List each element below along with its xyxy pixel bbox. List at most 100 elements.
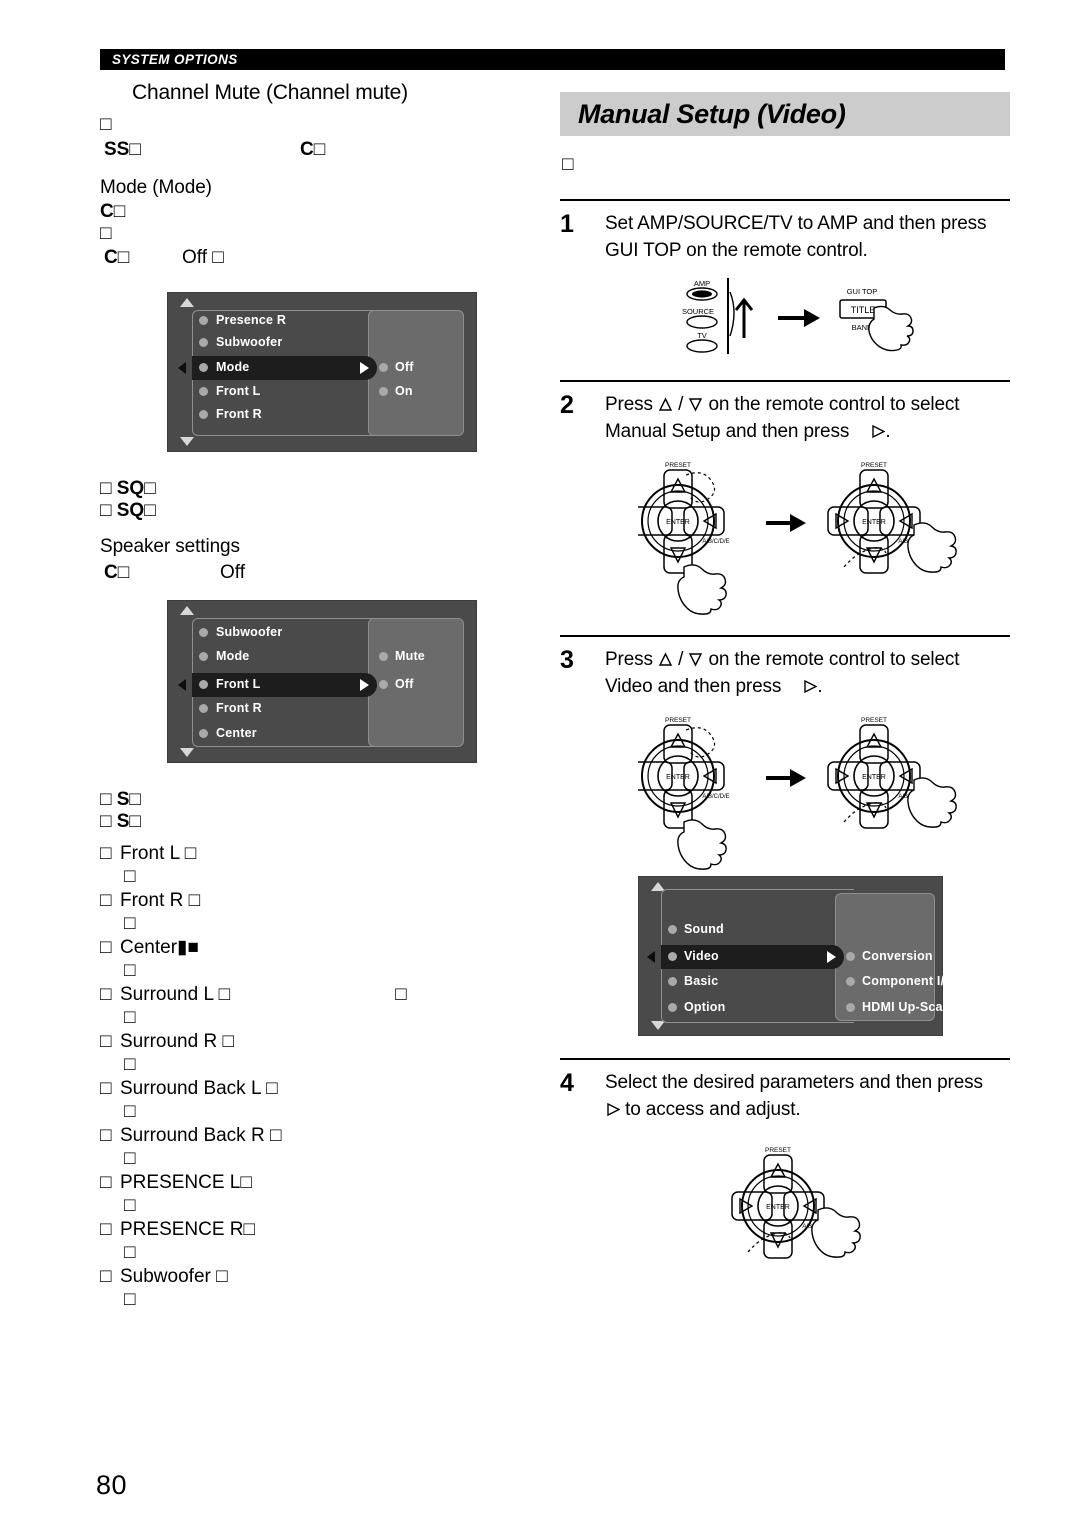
list-item: □ PRESENCE L□ — [100, 1172, 252, 1194]
right-column: Manual Setup (Video) □ 1 Set AMP/SOURCE/… — [560, 92, 1010, 1270]
channel-label: Subwoofer — [120, 1266, 211, 1288]
tv-label: TV — [697, 331, 707, 340]
step-3-line-2a: Video and then press — [605, 676, 787, 697]
step-3-line-1a: Press — [605, 649, 658, 670]
cursor-down-icon — [688, 397, 703, 412]
speaker-control-value: Off — [220, 562, 245, 584]
preset-label: PRESET — [861, 717, 887, 724]
abcde-label: A/B/C/D/E — [702, 794, 729, 800]
osd-scroll-up-icon[interactable] — [180, 606, 194, 616]
list-item-sub: □ — [124, 866, 136, 888]
enter-label: ENTER — [862, 519, 886, 526]
osd-right-arrow-icon — [360, 362, 369, 375]
osd-option-component-ip[interactable]: Component I/P — [862, 974, 953, 988]
osd-bullet-icon — [668, 977, 677, 986]
osd-scroll-up-icon[interactable] — [180, 298, 194, 308]
osd-item-front-l[interactable]: Front L — [216, 384, 260, 398]
osd-item-option[interactable]: Option — [684, 1000, 725, 1014]
osd-channel-screen: Subwoofer Mode Front L Front R Center Mu… — [167, 600, 477, 764]
list-item: □ Subwoofer □ — [100, 1266, 228, 1288]
osd-item-front-r[interactable]: Front R — [216, 701, 262, 715]
step-2-line-2b: . — [885, 421, 891, 442]
left-note-line-2a: SS□ — [104, 139, 141, 161]
osd-scroll-down-icon[interactable] — [651, 1021, 665, 1030]
list-item-sub: □ — [124, 1054, 136, 1076]
osd-option-off[interactable]: Off — [395, 677, 414, 691]
step-2-line-2a: Manual Setup and then press — [605, 421, 855, 442]
osd-option-mute[interactable]: Mute — [395, 649, 425, 663]
subheading-mode: Mode (Mode) — [100, 177, 212, 199]
osd-option-off[interactable]: Off — [395, 360, 414, 374]
step-2: 2 Press / on the remote control to selec… — [560, 391, 1010, 445]
channel-trailing: □ — [184, 843, 197, 865]
osd-video-screen: Sound Video Basic Option Conversion Comp… — [638, 876, 966, 1036]
step-2-line-1b: / — [672, 394, 689, 415]
osd-item-center[interactable]: Center — [216, 726, 257, 740]
step-1-line-2: GUI TOP on the remote control. — [605, 240, 868, 261]
osd-item-mode[interactable]: Mode — [216, 649, 249, 663]
channel-trailing: □ — [216, 1266, 228, 1288]
step-4: 4 Select the desired parameters and then… — [560, 1069, 1010, 1123]
channel-label: Surround Back R — [120, 1125, 265, 1147]
osd-item-front-l[interactable]: Front L — [216, 677, 260, 691]
channel-trailing: □ — [243, 1219, 256, 1241]
preset-label: PRESET — [861, 462, 887, 469]
osd-item-front-r[interactable]: Front R — [216, 407, 262, 421]
enter-label: ENTER — [666, 774, 690, 781]
mode-note-2: □ — [100, 223, 112, 245]
osd-option-hdmi-upscaling[interactable]: HDMI Up-Scaling — [862, 1000, 966, 1014]
list-item: □ Surround R □ — [100, 1031, 234, 1053]
step-2-line-1a: Press — [605, 394, 658, 415]
channel-footnote-2: □ S□ — [100, 811, 141, 833]
osd-right-pane — [368, 310, 464, 437]
osd-option-on[interactable]: On — [395, 384, 413, 398]
osd-bullet-icon — [668, 1003, 677, 1012]
speaker-control-label: C□ — [104, 562, 130, 584]
left-note-line-2-row: SS□ C□ — [96, 137, 516, 163]
osd-item-subwoofer[interactable]: Subwoofer — [216, 625, 282, 639]
preset-label: PRESET — [665, 717, 691, 724]
enter-label: ENTER — [862, 774, 886, 781]
osd-scroll-down-icon[interactable] — [180, 748, 194, 758]
amp-label: AMP — [694, 279, 710, 288]
enter-label: ENTER — [666, 519, 690, 526]
step-3-line-2b: . — [817, 676, 823, 697]
channel-label: PRESENCE R — [120, 1219, 244, 1241]
step-divider — [560, 1058, 1010, 1060]
channel-extra: □ — [395, 984, 407, 1006]
step-4-line-1: Select the desired parameters and then p… — [605, 1072, 983, 1093]
intro-glyph: □ — [562, 154, 574, 175]
channel-trailing: ▮■ — [177, 937, 199, 959]
left-note-line-1: □ — [100, 114, 112, 136]
channel-trailing: □ — [188, 890, 201, 912]
step-divider — [560, 635, 1010, 637]
osd-item-video[interactable]: Video — [684, 949, 719, 963]
mode-control-row: C□ Off □ — [96, 245, 516, 273]
osd-item-sound[interactable]: Sound — [684, 922, 724, 936]
osd-scroll-down-icon[interactable] — [180, 437, 194, 447]
osd-item-presence-r[interactable]: Presence R — [216, 313, 286, 327]
channel-footnote-1: □ S□ — [100, 789, 141, 811]
subheading-speaker-settings: Speaker settings — [100, 536, 240, 558]
osd-option-conversion[interactable]: Conversion — [862, 949, 933, 963]
channel-trailing: □ — [222, 1031, 234, 1053]
cursor-right-icon — [605, 1102, 620, 1117]
step-3-line-1b: / — [672, 649, 689, 670]
channel-trailing: □ — [266, 1078, 278, 1100]
osd-left-arrow-icon — [178, 679, 186, 692]
list-item: □ Front R □ — [100, 890, 201, 912]
osd-item-subwoofer[interactable]: Subwoofer — [216, 335, 282, 349]
step-divider — [560, 380, 1010, 382]
manual-setup-title-bar: Manual Setup (Video) — [560, 92, 1010, 136]
channel-label: Surround Back L — [120, 1078, 261, 1100]
list-item: □ Surround Back L □ — [100, 1078, 278, 1100]
figure-amp-source-tv: AMP SOURCE TV GUI TOP TITLE BAND — [670, 276, 1010, 356]
osd-item-basic[interactable]: Basic — [684, 974, 718, 988]
step-3-line-1c: on the remote control to select — [703, 649, 960, 670]
osd-item-mode[interactable]: Mode — [216, 360, 249, 374]
cursor-right-icon — [870, 424, 886, 439]
speaker-control-row: C□ Off — [96, 560, 516, 588]
channel-label: Front L — [120, 843, 180, 865]
cursor-down-icon — [688, 652, 703, 667]
list-item: □ Surround Back R □ — [100, 1125, 282, 1147]
